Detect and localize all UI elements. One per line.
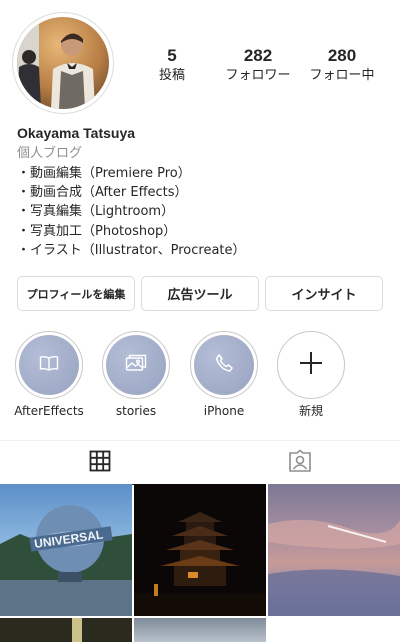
tab-posts-grid[interactable] [0, 441, 200, 485]
profile-bio: ・動画編集（Premiere Pro） ・動画合成（After Effects）… [17, 164, 246, 260]
posts-count: 5 投稿 [152, 46, 192, 85]
post-thumbnail[interactable]: UNIVERSAL [0, 484, 132, 616]
highlight-ring [15, 331, 83, 399]
image-icon [125, 354, 147, 376]
highlight-label: AfterEffects [14, 404, 84, 418]
highlight-label: 新規 [298, 404, 323, 418]
bio-line: ・動画合成（After Effects） [17, 185, 188, 201]
bio-line: ・イラスト（Illustrator、Procreate） [17, 242, 246, 258]
post-thumbnail[interactable] [134, 484, 266, 616]
posts-count-label: 投稿 [158, 68, 185, 83]
profile-category: 個人ブログ [17, 146, 83, 161]
highlight-ring [277, 331, 345, 399]
bio-line: ・動画編集（Premiere Pro） [17, 166, 191, 181]
highlight-aftereffects[interactable]: AfterEffects [11, 331, 87, 418]
tab-tagged[interactable] [200, 441, 400, 485]
following-count-value: 280 [327, 46, 357, 65]
post-thumbnail[interactable] [134, 618, 266, 642]
following-count[interactable]: 280 フォロー中 [302, 46, 382, 85]
post-thumbnail[interactable] [0, 618, 132, 642]
highlight-iphone[interactable]: iPhone [186, 331, 262, 418]
followers-count-label: フォロワー [225, 68, 291, 83]
insights-button[interactable]: インサイト [265, 276, 383, 311]
highlight-label: stories [115, 404, 157, 418]
grid-icon [89, 450, 111, 476]
bio-line: ・写真編集（Lightroom） [17, 204, 175, 220]
book-icon [39, 355, 59, 375]
profile-tabs [0, 440, 400, 485]
following-count-label: フォロー中 [309, 68, 375, 83]
highlight-ring [190, 331, 258, 399]
followers-count[interactable]: 282 フォロワー [218, 46, 298, 85]
post-thumbnail-empty [268, 618, 400, 642]
highlight-label: iPhone [203, 404, 245, 418]
bio-line: ・写真加工（Photoshop） [17, 223, 177, 239]
avatar-photo [17, 17, 109, 109]
plus-icon [299, 351, 323, 379]
tagged-person-icon [288, 449, 312, 477]
highlight-ring [102, 331, 170, 399]
ad-tools-button[interactable]: 広告ツール [141, 276, 259, 311]
edit-profile-button[interactable]: プロフィールを編集 [17, 276, 135, 311]
phone-icon [214, 353, 234, 377]
highlight-new[interactable]: 新規 [273, 331, 349, 418]
profile-name: Okayama Tatsuya [17, 125, 136, 141]
post-thumbnail[interactable] [268, 484, 400, 616]
followers-count-value: 282 [243, 46, 273, 65]
highlight-stories[interactable]: stories [98, 331, 174, 418]
profile-avatar[interactable] [12, 12, 114, 114]
posts-count-value: 5 [167, 46, 177, 65]
